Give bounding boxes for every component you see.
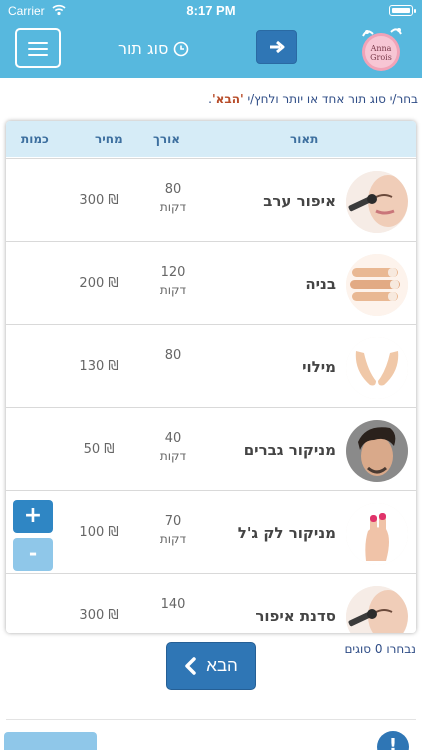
nails-hand-icon — [346, 254, 408, 316]
length-value: 120 — [160, 265, 186, 280]
clock-icon — [174, 41, 189, 56]
table-row[interactable]: בניה 120 דקות 200 ₪ — [6, 241, 416, 324]
instruction-prefix: בחר/י סוג תור אחד או יותר ולחץ/י — [243, 92, 418, 106]
header-quantity: כמות — [21, 132, 49, 146]
length-unit: דקות — [159, 200, 187, 214]
logo-text-grois: Grois — [370, 53, 392, 62]
length-value: 70 — [164, 514, 182, 529]
service-length: 70 דקות — [144, 514, 202, 546]
arrow-right-icon — [269, 40, 284, 54]
table-row[interactable]: מניקור לק ג'ל 70 דקות 100 ₪ + - — [6, 490, 416, 573]
man-face-icon — [346, 420, 408, 482]
service-name: סדנת איפור — [255, 607, 336, 625]
forward-button[interactable] — [256, 30, 297, 64]
instruction-highlight: 'הבא' — [211, 92, 244, 106]
table-row[interactable]: מניקור גברים 40 דקות 50 ₪ — [6, 407, 416, 490]
logo-text-anna: Anna — [370, 44, 392, 53]
clock-time: 8:17 PM — [186, 3, 236, 18]
service-length: 40 דקות — [144, 431, 202, 463]
length-unit: דקות — [159, 449, 187, 463]
app-header: סוג תור Anna Grois — [0, 22, 422, 78]
length-value: 140 — [160, 597, 186, 612]
info-icon[interactable]: ! — [377, 731, 409, 750]
service-price: 300 ₪ — [79, 608, 119, 623]
services-table[interactable]: תאור אורך מחיר כמות איפור ערב 80 דקות 30… — [6, 121, 416, 633]
cupped-hands-icon — [346, 337, 408, 399]
service-length: 120 דקות — [144, 265, 202, 297]
service-length: 80 — [144, 348, 202, 366]
anna-grois-logo: Anna Grois — [362, 28, 402, 71]
table-row[interactable]: סדנת איפור 140 300 ₪ — [6, 573, 416, 633]
header-title-group: סוג תור — [118, 39, 189, 58]
service-length: 140 — [144, 597, 202, 615]
quantity-plus-button[interactable]: + — [13, 500, 53, 533]
service-price: 300 ₪ — [79, 193, 119, 208]
service-price: 130 ₪ — [79, 359, 119, 374]
battery-icon — [389, 5, 416, 16]
service-price: 200 ₪ — [79, 276, 119, 291]
next-button-label: הבא — [206, 656, 238, 675]
instruction-text: בחר/י סוג תור אחד או יותר ולחץ/י 'הבא'. — [8, 92, 418, 106]
hamburger-icon — [28, 42, 48, 44]
service-name: מילוי — [302, 358, 336, 376]
header-description: תאור — [290, 132, 319, 146]
service-price: 50 ₪ — [83, 442, 115, 457]
length-unit: דקות — [159, 283, 187, 297]
next-button[interactable]: הבא — [166, 642, 256, 690]
length-value: 80 — [164, 182, 182, 197]
painted-nails-hand-icon — [346, 503, 408, 565]
header-length: אורך — [153, 132, 181, 146]
header-price: מחיר — [95, 132, 123, 146]
table-row[interactable]: מילוי 80 130 ₪ — [6, 324, 416, 407]
menu-button[interactable] — [15, 28, 61, 68]
status-bar: Carrier 8:17 PM — [0, 0, 422, 22]
service-name: איפור ערב — [263, 192, 336, 210]
footer-divider — [6, 719, 416, 720]
service-name: בניה — [305, 275, 336, 293]
length-unit: דקות — [159, 532, 187, 546]
length-value: 80 — [164, 348, 182, 363]
footer-action-button[interactable] — [4, 732, 97, 750]
service-length: 80 דקות — [144, 182, 202, 214]
selected-count-label: נבחרו 0 סוגים — [344, 642, 416, 656]
chevron-left-icon — [185, 657, 196, 675]
table-row[interactable]: איפור ערב 80 דקות 300 ₪ — [6, 158, 416, 241]
service-name: מניקור לק ג'ל — [237, 524, 336, 542]
page-title: סוג תור — [118, 39, 169, 58]
makeup-brush-face-icon — [346, 586, 408, 633]
service-price: 100 ₪ — [79, 525, 119, 540]
table-header: תאור אורך מחיר כמות — [6, 121, 416, 157]
service-name: מניקור גברים — [243, 441, 336, 459]
length-value: 40 — [164, 431, 182, 446]
quantity-minus-button[interactable]: - — [13, 538, 53, 571]
makeup-brush-face-icon — [346, 171, 408, 233]
